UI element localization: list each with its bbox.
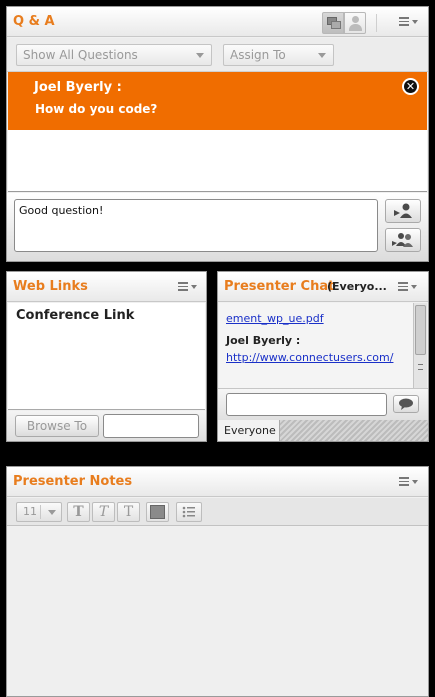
view-single-icon[interactable] xyxy=(344,12,366,34)
italic-button[interactable]: T xyxy=(92,502,115,522)
send-chat-button[interactable] xyxy=(393,395,419,413)
web-link-url-input[interactable] xyxy=(103,414,199,438)
color-swatch-icon xyxy=(150,505,165,519)
bullet-list-icon xyxy=(182,506,195,518)
chat-scroll-thumb[interactable] xyxy=(415,305,426,355)
selected-question[interactable]: Joel Byerly : How do you code? ✕ xyxy=(8,72,427,130)
chevron-down-icon xyxy=(48,510,56,515)
web-links-header: Web Links xyxy=(7,272,206,302)
chat-scrollbar[interactable] xyxy=(413,303,427,388)
list-item[interactable]: Conference Link xyxy=(16,308,134,323)
chat-audience-label[interactable]: (Everyo... xyxy=(327,280,387,293)
header-divider xyxy=(376,14,377,32)
font-size-value: 11 xyxy=(23,505,37,518)
qa-header: Q & A xyxy=(7,7,428,37)
browse-to-button[interactable]: Browse To xyxy=(15,415,99,437)
chevron-down-icon xyxy=(318,53,326,58)
bullet-list-button[interactable] xyxy=(176,502,202,522)
format-toolbar: 11 T T T xyxy=(7,498,428,526)
web-links-pod: Web Links Conference Link Browse To xyxy=(6,271,207,442)
pod-menu-icon[interactable] xyxy=(398,280,420,294)
chat-compose-area xyxy=(218,388,428,420)
question-text: How do you code? xyxy=(35,102,158,116)
presenter-chat-pod: Presenter Chat (Everyo... ement_wp_ue.pd… xyxy=(217,271,429,442)
send-answer-icon xyxy=(394,203,412,218)
qa-pod: Q & A Show All Questions Assign To Joel … xyxy=(6,6,429,262)
show-questions-dropdown[interactable]: Show All Questions xyxy=(16,44,212,66)
answer-input[interactable]: Good question! xyxy=(14,199,378,252)
show-questions-label: Show All Questions xyxy=(23,48,138,62)
pod-menu-icon[interactable] xyxy=(399,475,421,489)
bold-button[interactable]: T xyxy=(67,502,90,522)
chat-message: ement_wp_ue.pdf xyxy=(226,311,324,325)
pod-menu-icon[interactable] xyxy=(399,15,421,29)
presenter-notes-title: Presenter Notes xyxy=(13,474,133,489)
notes-editor[interactable] xyxy=(7,527,428,696)
presenter-notes-header: Presenter Notes xyxy=(7,467,428,497)
web-links-title: Web Links xyxy=(13,279,88,294)
scroll-grip-icon xyxy=(418,364,423,370)
chat-file-link[interactable]: ement_wp_ue.pdf xyxy=(226,312,324,325)
presenter-chat-header: Presenter Chat (Everyo... xyxy=(218,272,428,302)
chat-message: Joel Byerly : http://www.connectusers.co… xyxy=(226,334,393,364)
send-privately-icon xyxy=(392,233,413,247)
send-chat-icon xyxy=(399,398,413,410)
question-list xyxy=(8,130,427,192)
chevron-down-icon xyxy=(196,53,204,58)
tab-everyone[interactable]: Everyone xyxy=(218,420,280,441)
send-privately-button[interactable] xyxy=(385,228,421,252)
assign-to-label: Assign To xyxy=(230,48,286,62)
answer-area: Good question! xyxy=(7,193,428,261)
chat-tab-bar: Everyone xyxy=(218,420,428,441)
presenter-chat-title: Presenter Chat xyxy=(224,279,335,294)
presenter-notes-pod: Presenter Notes 11 T T T xyxy=(6,466,429,697)
close-icon[interactable]: ✕ xyxy=(402,78,419,95)
font-size-select[interactable]: 11 xyxy=(16,502,62,522)
assign-to-dropdown[interactable]: Assign To xyxy=(223,44,334,66)
text-color-button[interactable] xyxy=(146,502,169,522)
qa-title: Q & A xyxy=(13,14,55,29)
chat-sender: Joel Byerly : xyxy=(226,334,301,347)
chat-messages: ement_wp_ue.pdf Joel Byerly : http://www… xyxy=(219,303,414,388)
send-answer-button[interactable] xyxy=(385,199,421,223)
web-links-footer: Browse To xyxy=(7,411,206,441)
pod-menu-icon[interactable] xyxy=(178,280,200,294)
qa-toolbar: Show All Questions Assign To xyxy=(7,38,428,72)
underline-button[interactable]: T xyxy=(117,502,140,522)
chat-url-link[interactable]: http://www.connectusers.com/ xyxy=(226,351,393,364)
web-links-list: Conference Link xyxy=(8,303,205,410)
question-asker: Joel Byerly : xyxy=(34,80,122,95)
view-both-icon[interactable] xyxy=(322,12,344,34)
chat-message-input[interactable] xyxy=(226,393,387,416)
